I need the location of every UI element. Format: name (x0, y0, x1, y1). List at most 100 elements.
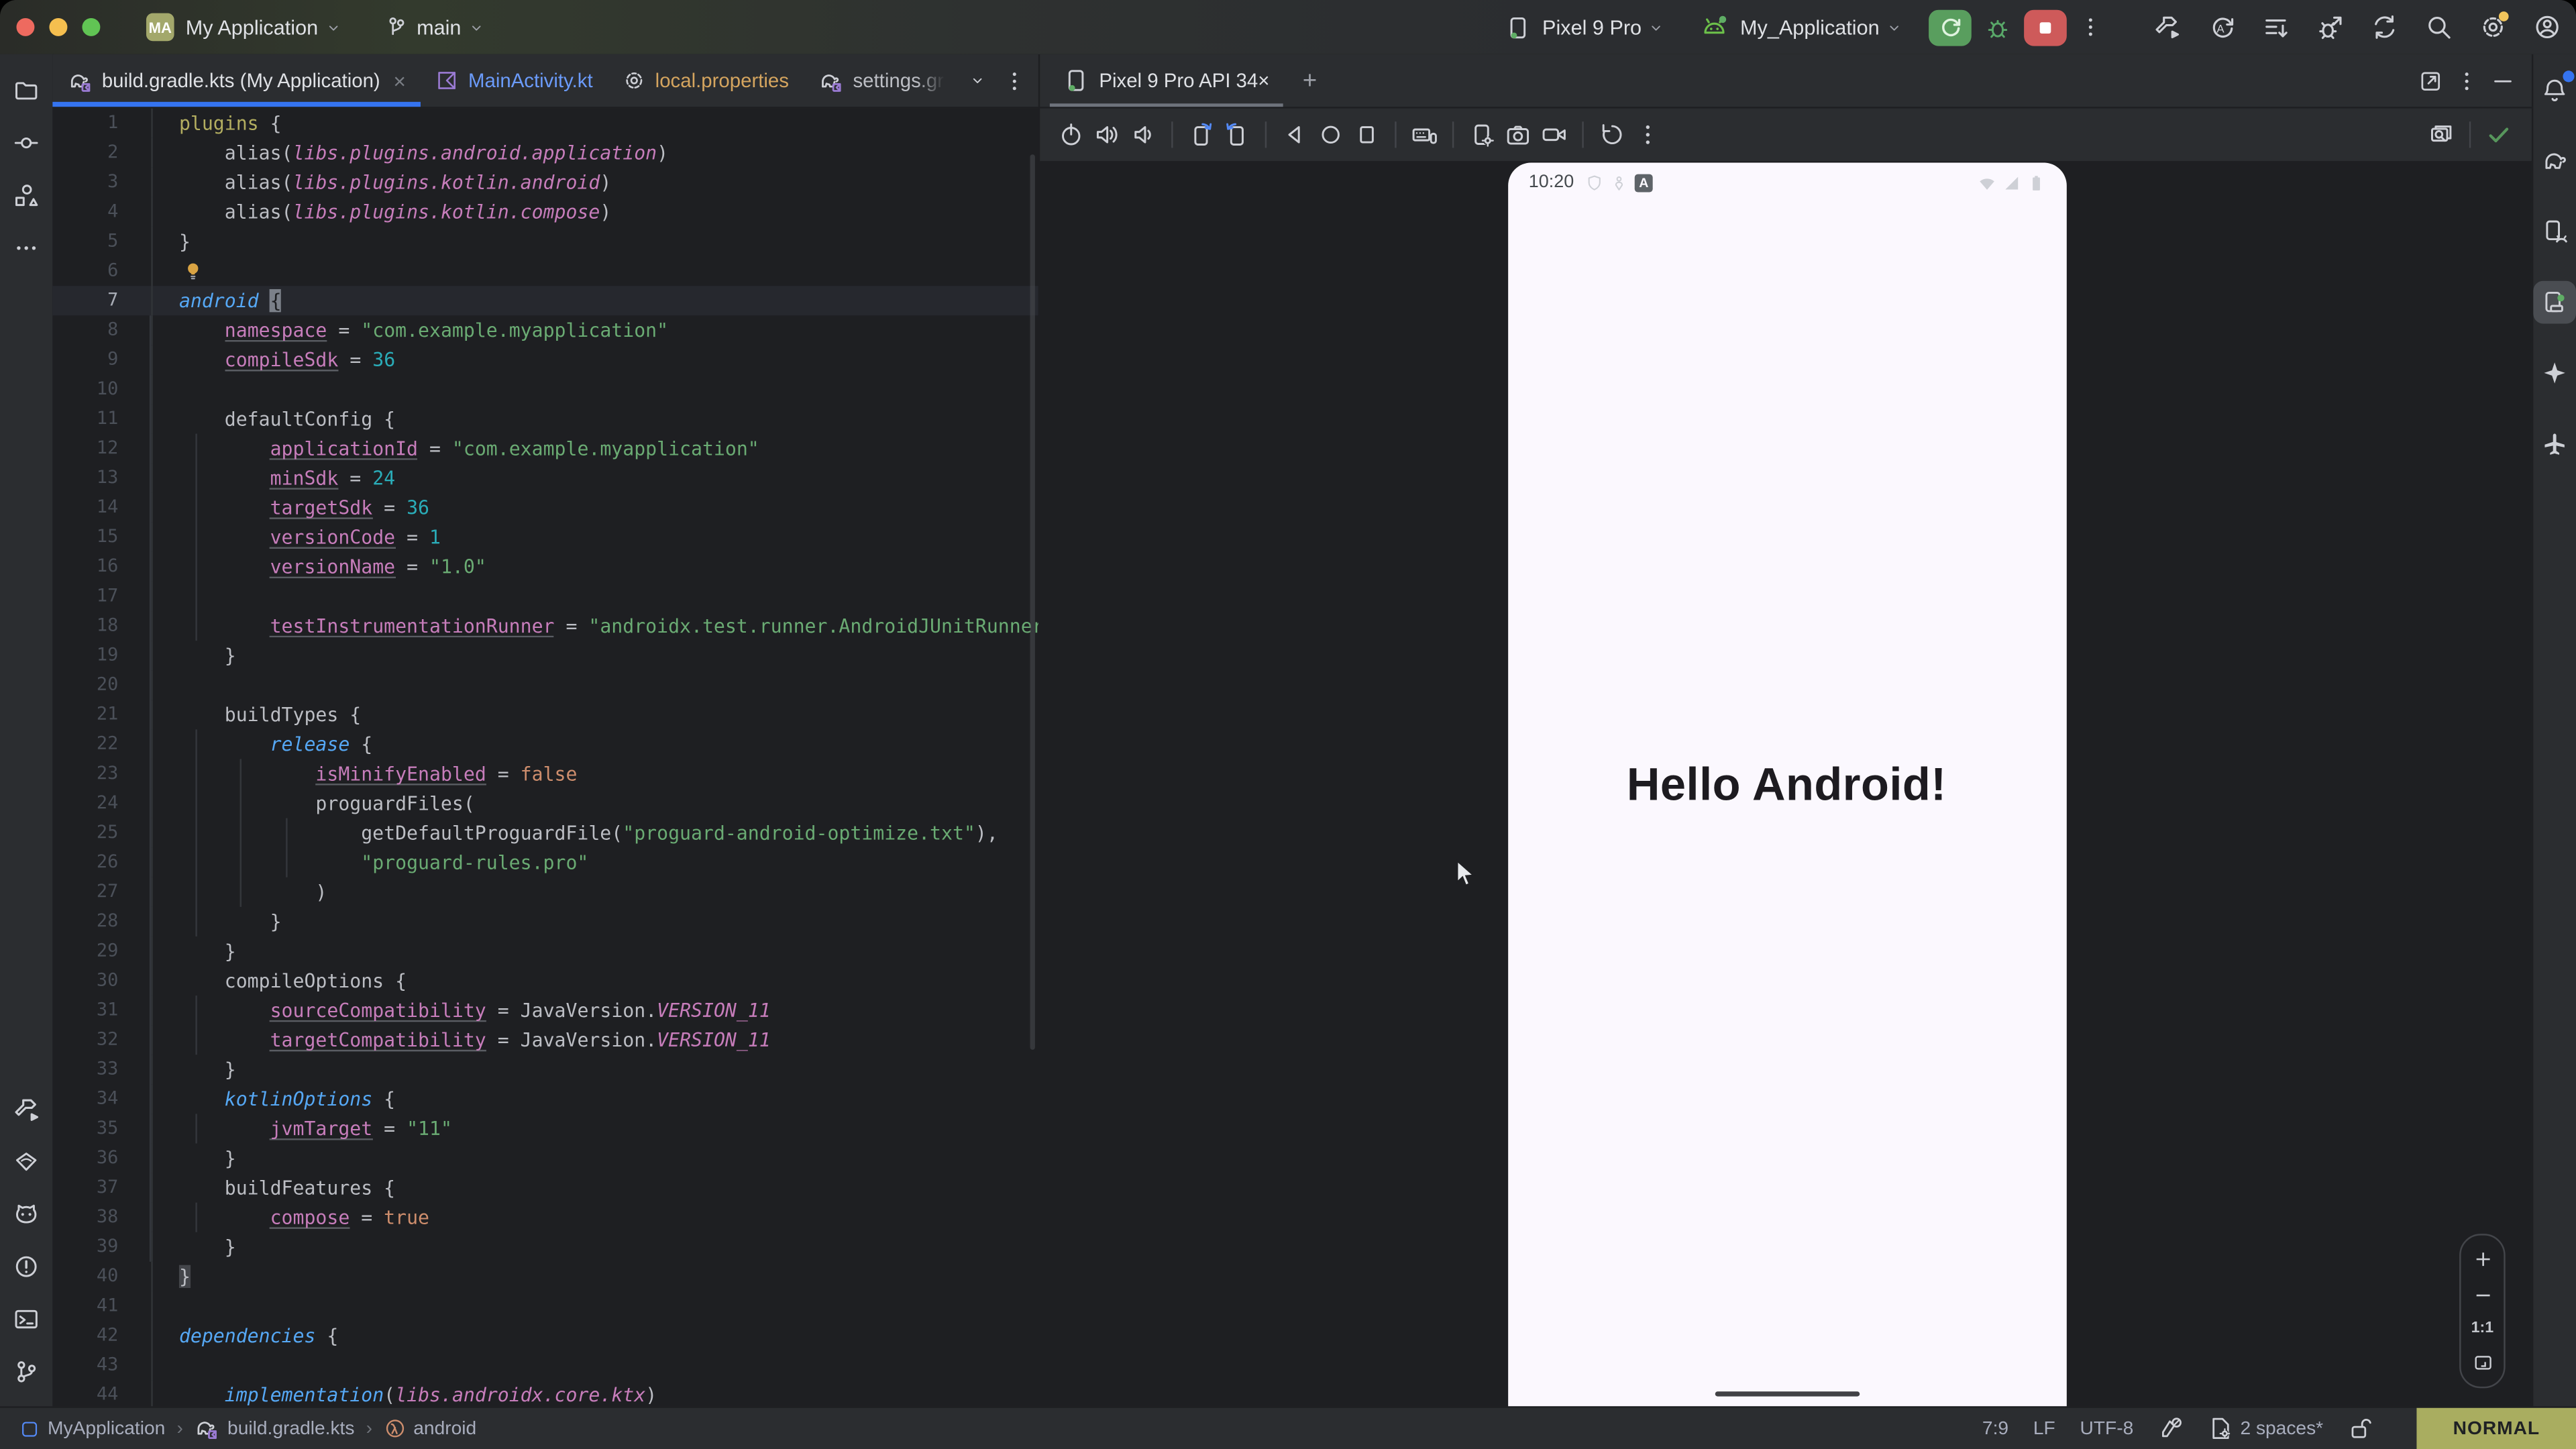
code-line[interactable]: 41 (52, 1291, 1038, 1321)
tool-device-manager-button[interactable] (2533, 210, 2576, 253)
gesture-navigation-bar[interactable] (1715, 1391, 1860, 1397)
code-line[interactable]: 21 buildTypes { (52, 700, 1038, 729)
code-line[interactable]: 20 (52, 670, 1038, 700)
tool-logcat-button[interactable] (5, 1193, 48, 1236)
hide-panel-button[interactable] (2485, 63, 2520, 97)
code-line[interactable]: 11 defaultConfig { (52, 404, 1038, 433)
code-line[interactable]: 27 ) (52, 877, 1038, 907)
power-button[interactable] (1054, 117, 1088, 152)
code-line[interactable]: 14 targetSdk = 36 (52, 493, 1038, 523)
breadcrumb-item[interactable]: MyApplication (19, 1419, 165, 1438)
code-line[interactable]: 29 } (52, 936, 1038, 966)
volume-down-button[interactable] (1126, 117, 1161, 152)
more-button[interactable] (1631, 117, 1665, 152)
tool-version-control-button[interactable] (5, 1350, 48, 1393)
code-line[interactable]: 36 } (52, 1143, 1038, 1173)
code-line[interactable]: 35 jvmTarget = "11" (52, 1114, 1038, 1143)
home-button[interactable] (1313, 117, 1348, 152)
code-line[interactable]: 22 release { (52, 729, 1038, 759)
code-line[interactable]: 40} (52, 1262, 1038, 1291)
tool-build-button[interactable] (5, 1087, 48, 1130)
editor-scrollbar[interactable] (1030, 154, 1035, 1050)
run-tasks-button[interactable] (2259, 11, 2292, 44)
code-line[interactable]: 17 (52, 582, 1038, 611)
screenshot-button[interactable] (1501, 117, 1535, 152)
code-line[interactable]: 38 compose = true (52, 1203, 1038, 1232)
tool-app-inspection-button[interactable] (5, 1140, 48, 1183)
layout-inspector-button[interactable] (2424, 117, 2458, 152)
code-line[interactable]: 28 } (52, 907, 1038, 936)
code-line[interactable]: 43 (52, 1350, 1038, 1380)
code-line[interactable]: 33 } (52, 1055, 1038, 1084)
code-line[interactable]: 7android { (52, 286, 1038, 315)
build-button[interactable] (2151, 11, 2184, 44)
code-line[interactable]: 6 (52, 256, 1038, 286)
zoom-ratio-button[interactable]: 1:1 (2471, 1320, 2494, 1338)
code-line[interactable]: 42dependencies { (52, 1321, 1038, 1350)
code-line[interactable]: 2 alias(libs.plugins.android.application… (52, 138, 1038, 168)
code-line[interactable]: 31 sourceCompatibility = JavaVersion.VER… (52, 996, 1038, 1025)
editor-tab[interactable]: build.gradle.kts (My Application)× (52, 54, 421, 107)
code-line[interactable]: 34 kotlinOptions { (52, 1084, 1038, 1114)
account-button[interactable] (2530, 11, 2563, 44)
tool-plane-button[interactable] (2533, 422, 2576, 465)
rerun-button[interactable] (1929, 9, 1972, 45)
code-line[interactable]: 8 namespace = "com.example.myapplication… (52, 315, 1038, 345)
tool-more-tools-button[interactable] (5, 227, 48, 270)
rotate-left-button[interactable] (1183, 117, 1218, 152)
code-line[interactable]: 30 compileOptions { (52, 966, 1038, 996)
ai-assistant-disabled-icon[interactable] (2158, 1416, 2183, 1441)
indent-indicator[interactable]: 2 spaces* (2207, 1416, 2323, 1441)
encoding-indicator[interactable]: UTF-8 (2080, 1419, 2133, 1438)
project-selector[interactable]: My Application (174, 15, 341, 38)
minimize-window-button[interactable] (49, 18, 67, 36)
close-window-button[interactable] (16, 18, 34, 36)
screen-record-button[interactable] (1537, 117, 1571, 152)
code-line[interactable]: 19 } (52, 641, 1038, 670)
debug-button[interactable] (1981, 11, 2014, 44)
stop-button[interactable] (2024, 9, 2067, 45)
code-line[interactable]: 15 versionCode = 1 (52, 523, 1038, 552)
code-line[interactable]: 24 proguardFiles( (52, 789, 1038, 818)
code-line[interactable]: 12 applicationId = "com.example.myapplic… (52, 434, 1038, 464)
code-line[interactable]: 3 alias(libs.plugins.kotlin.android) (52, 168, 1038, 197)
tool-gemini-button[interactable] (2533, 352, 2576, 394)
line-ending-indicator[interactable]: LF (2033, 1419, 2055, 1438)
sync-gradle-button[interactable] (2367, 11, 2400, 44)
code-line[interactable]: 10 (52, 374, 1038, 404)
editor-tab[interactable]: local.properties (608, 54, 804, 107)
device-tab[interactable]: Pixel 9 Pro API 34 × (1050, 54, 1283, 107)
close-tab-icon[interactable]: × (393, 70, 406, 91)
editor-tab-options-icon[interactable] (1002, 68, 1027, 93)
code-line[interactable]: 18 testInstrumentationRunner = "androidx… (52, 611, 1038, 641)
close-device-tab-icon[interactable]: × (1258, 69, 1269, 92)
ready-check-button[interactable] (2481, 117, 2516, 152)
code-editor[interactable]: 1plugins {2 alias(libs.plugins.android.a… (52, 109, 1038, 1408)
tool-commit-button[interactable] (5, 121, 48, 164)
breadcrumb-item[interactable]: android (384, 1417, 476, 1439)
reset-button[interactable] (1595, 117, 1629, 152)
code-line[interactable]: 1plugins { (52, 109, 1038, 138)
branch-selector[interactable]: main (384, 15, 484, 40)
fit-to-window-button[interactable] (2471, 1351, 2493, 1373)
run-more-actions-button[interactable] (2074, 11, 2106, 44)
zoom-in-button[interactable] (2471, 1249, 2493, 1271)
add-device-tab-button[interactable]: + (1293, 63, 1327, 97)
device-settings-button[interactable] (1464, 117, 1499, 152)
rotate-right-button[interactable] (1220, 117, 1254, 152)
tool-notifications-button[interactable] (2533, 69, 2576, 112)
code-line[interactable]: 4 alias(libs.plugins.kotlin.compose) (52, 197, 1038, 227)
unlock-icon[interactable] (2348, 1416, 2373, 1441)
tool-terminal-button[interactable] (5, 1298, 48, 1341)
back-button[interactable] (1277, 117, 1311, 152)
editor-tab[interactable]: MainActivity.kt (421, 54, 608, 107)
tool-resource-manager-button[interactable] (5, 174, 48, 217)
code-line[interactable]: 26 "proguard-rules.pro" (52, 848, 1038, 877)
tool-running-devices-button[interactable] (2533, 281, 2576, 324)
code-line[interactable]: 37 buildFeatures { (52, 1173, 1038, 1203)
maximize-window-button[interactable] (82, 18, 100, 36)
apply-changes-button[interactable]: A (2205, 11, 2238, 44)
code-line[interactable]: 9 compileSdk = 36 (52, 345, 1038, 374)
code-line[interactable]: 5} (52, 227, 1038, 256)
panel-options-button[interactable] (2449, 63, 2483, 97)
